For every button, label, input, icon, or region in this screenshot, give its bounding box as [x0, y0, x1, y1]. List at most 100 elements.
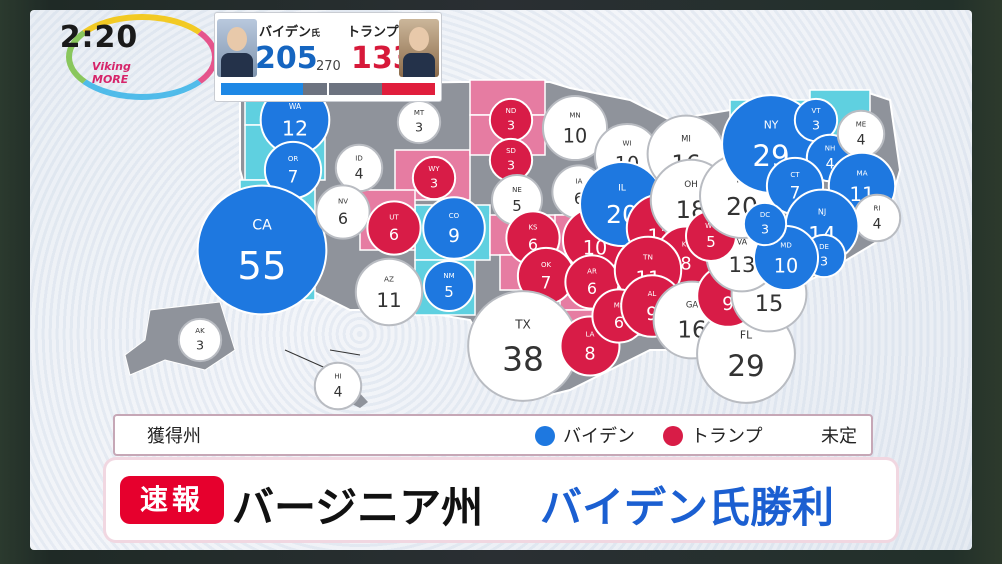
- state-code: TX: [514, 317, 531, 331]
- state-code: CO: [449, 212, 460, 220]
- state-code: NM: [443, 272, 454, 280]
- state-votes: 55: [237, 244, 286, 289]
- state-code: SD: [506, 147, 516, 155]
- state-votes: 10: [563, 124, 587, 147]
- state-code: NY: [764, 118, 779, 131]
- state-code: DC: [760, 211, 770, 219]
- state-votes: 3: [430, 176, 438, 191]
- state-votes: 3: [761, 222, 769, 237]
- state-code: ND: [506, 107, 517, 115]
- state-votes: 6: [587, 279, 597, 298]
- state-code: IL: [618, 183, 627, 194]
- state-votes: 7: [541, 273, 552, 293]
- state-votes: 6: [389, 225, 399, 244]
- state-code: CA: [252, 217, 272, 233]
- state-votes: 3: [812, 118, 820, 133]
- state-code: NH: [825, 145, 836, 153]
- state-marker-dc: DC 3: [742, 201, 788, 247]
- state-votes: 5: [706, 233, 716, 251]
- state-votes: 13: [728, 253, 755, 278]
- state-code: AR: [587, 267, 597, 275]
- state-code: ID: [355, 155, 362, 163]
- breaking-news-ticker: 速報 バージニア州 バイデン氏勝利: [106, 460, 896, 540]
- state-marker-az: AZ 11: [354, 257, 424, 327]
- state-votes: 3: [196, 338, 204, 353]
- vote-progress-bar: [221, 83, 435, 95]
- trump-progress: [382, 83, 435, 95]
- state-code: WA: [289, 102, 302, 111]
- state-code: NJ: [818, 207, 826, 216]
- state-code: DE: [819, 243, 829, 251]
- state-votes: 4: [334, 384, 343, 400]
- state-marker-hi: HI 4: [313, 361, 363, 411]
- state-code: KS: [528, 223, 538, 231]
- state-marker-nm: NM 5: [423, 260, 475, 312]
- state-code: HI: [334, 373, 341, 381]
- state-code: MT: [414, 109, 425, 117]
- state-votes: 29: [727, 349, 764, 383]
- state-votes: 3: [507, 158, 515, 173]
- state-marker-ut: UT 6: [366, 200, 422, 256]
- state-votes: 4: [873, 216, 882, 232]
- ticker-state: バージニア州: [232, 483, 484, 532]
- state-marker-nv: NV 6: [315, 184, 371, 240]
- state-votes: 8: [584, 344, 595, 364]
- state-votes: 10: [774, 254, 798, 277]
- inset-divider: [329, 349, 361, 356]
- state-votes: 3: [415, 120, 423, 135]
- state-votes: 5: [512, 197, 522, 215]
- legend-biden: バイデン: [535, 422, 635, 448]
- state-marker-co: CO 9: [422, 196, 486, 260]
- state-code: VT: [811, 107, 821, 115]
- state-code: NE: [512, 186, 522, 194]
- legend-title: 獲得州: [147, 426, 201, 447]
- state-code: AL: [648, 290, 657, 298]
- biden-progress: [221, 83, 303, 95]
- state-code: VA: [737, 238, 748, 247]
- legend-trump: トランプ: [663, 422, 762, 448]
- state-marker-wy: WY 3: [411, 155, 457, 201]
- clock-time: 2:20: [59, 20, 139, 55]
- state-votes: 7: [288, 167, 299, 187]
- state-code: WY: [428, 165, 440, 173]
- state-code: ME: [856, 121, 866, 129]
- state-votes: 15: [755, 291, 784, 317]
- biden-votes: 205: [255, 41, 318, 76]
- state-votes: 4: [857, 132, 866, 148]
- state-code: MN: [569, 111, 580, 120]
- state-code: TN: [642, 252, 653, 261]
- state-marker-mt: MT 3: [396, 99, 442, 145]
- state-marker-nd: ND 3: [488, 97, 534, 143]
- state-votes: 3: [820, 254, 828, 269]
- threshold-marker: [327, 83, 329, 95]
- state-code: RI: [874, 205, 881, 213]
- trump-dot-icon: [663, 426, 683, 446]
- biden-photo: [217, 19, 257, 77]
- state-marker-id: ID 4: [334, 143, 384, 193]
- state-votes: 38: [502, 340, 544, 379]
- state-votes: 6: [338, 209, 348, 228]
- biden-dot-icon: [535, 426, 555, 446]
- state-votes: 5: [444, 283, 454, 301]
- state-marker-ri: RI 4: [852, 193, 902, 243]
- program-clock: 2:20 Viking MORE: [40, 14, 218, 100]
- state-code: WI: [622, 139, 631, 148]
- threshold-label: 270: [316, 59, 341, 74]
- state-code: AZ: [384, 274, 394, 283]
- ticker-result: バイデン氏勝利: [540, 483, 835, 532]
- legend-undecided: 未定: [821, 426, 857, 447]
- state-code: UT: [389, 213, 399, 221]
- state-votes: 9: [448, 226, 460, 247]
- state-marker-me: ME 4: [836, 109, 886, 159]
- state-marker-ca: CA 55: [196, 184, 328, 316]
- state-votes: 3: [507, 118, 515, 133]
- state-code: NV: [338, 197, 348, 205]
- state-code: GA: [686, 300, 699, 310]
- state-code: FL: [740, 328, 752, 341]
- state-code: AK: [195, 327, 205, 335]
- state-marker-ak: AK 3: [177, 317, 223, 363]
- state-code: OK: [541, 261, 552, 269]
- state-code: MI: [681, 134, 691, 144]
- state-code: OR: [288, 155, 299, 163]
- state-votes: 11: [376, 289, 401, 312]
